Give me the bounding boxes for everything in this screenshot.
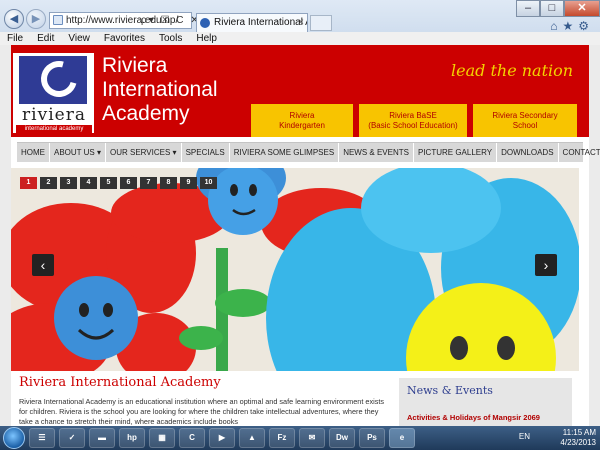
content-paragraph: Riviera International Academy is an educ… [19,397,385,426]
language-indicator[interactable]: EN [519,432,530,441]
taskbar-app-icon[interactable]: ✉ [299,428,325,448]
taskbar-app-icon[interactable]: Fz [269,428,295,448]
content-title: Riviera International Academy [19,375,221,390]
slide-flowers-image [11,168,579,371]
menu-bar: File Edit View Favorites Tools Help [0,32,600,45]
news-item-link[interactable]: Activities & Holidays of Mangsir 2069 [407,413,564,422]
tab-close-icon[interactable]: × [298,14,304,32]
site-tagline: lead the nation [451,61,574,80]
news-events-panel: News & Events Activities & Holidays of M… [399,378,572,426]
program-label: Kindergarten [279,120,325,130]
page-icon [53,15,63,25]
nav-home[interactable]: HOME [17,143,50,162]
logo-emblem [19,54,87,104]
program-label: Riviera BaSE [389,110,437,120]
slider-page-button[interactable]: 9 [180,177,197,189]
program-label: School [512,120,538,130]
taskbar-app-icon[interactable]: Dw [329,428,355,448]
logo-ring-icon [34,54,84,104]
menu-view[interactable]: View [61,32,97,45]
close-button[interactable]: ✕ [564,0,600,17]
slider-page-button[interactable]: 3 [60,177,77,189]
taskbar-app-icon[interactable]: ▲ [239,428,265,448]
nav-news-events[interactable]: NEWS & EVENTS [339,143,414,162]
logo-wordmark: riviera [22,105,86,125]
clock-time: 11:15 AM [562,428,596,437]
slider-page-button[interactable]: 2 [40,177,57,189]
news-title: News & Events [407,384,493,397]
page-viewport: riviera international academy Riviera In… [0,45,600,426]
logo-tagline: international academy [16,125,92,134]
program-label: Riviera Secondary [492,110,558,120]
slider-page-button[interactable]: 6 [120,177,137,189]
site-name-line: International [102,78,218,101]
slider-page-button[interactable]: 8 [160,177,177,189]
taskbar-app-icon[interactable]: ▦ [149,428,175,448]
slider-next-icon[interactable]: › [535,254,557,276]
main-navigation: HOME ABOUT US ▾ OUR SERVICES ▾ SPECIALS … [17,142,600,162]
forward-button[interactable]: ▶ [26,9,46,29]
windows-taskbar: ☰ ✓ ▬ hp ▦ C ▶ ▲ Fz ✉ Dw Ps e EN 11:15 A… [0,426,600,450]
start-button-icon[interactable] [3,427,25,449]
taskbar-app-icon[interactable]: ▬ [89,428,115,448]
taskbar-app-icon[interactable]: Ps [359,428,385,448]
new-tab-button[interactable] [310,15,332,31]
menu-help[interactable]: Help [189,32,224,45]
nav-picture-gallery[interactable]: PICTURE GALLERY [414,143,498,162]
program-kindergarten-link[interactable]: Riviera Kindergarten [251,104,353,137]
tab-title: Riviera International Acade... [214,17,307,28]
slider-page-button[interactable]: 10 [200,177,217,189]
slider-page-button[interactable]: 7 [140,177,157,189]
menu-favorites[interactable]: Favorites [97,32,152,45]
nav-contact-us[interactable]: CONTACT US [559,143,600,162]
nav-glimpses[interactable]: RIVIERA SOME GLIMPSES [230,143,340,162]
site-name: Riviera International Academy [102,54,252,126]
site-header: riviera international academy Riviera In… [11,45,589,137]
image-slider: 1 2 3 4 5 6 7 8 9 10 ‹ › [11,168,579,371]
site-name-line: Riviera [102,54,168,77]
slider-page-button[interactable]: 4 [80,177,97,189]
nav-downloads[interactable]: DOWNLOADS [497,143,559,162]
program-base-link[interactable]: Riviera BaSE (Basic School Education) [359,104,467,137]
nav-specials[interactable]: SPECIALS [182,143,230,162]
taskbar-app-icon[interactable]: ✓ [59,428,85,448]
nav-about-us[interactable]: ABOUT US ▾ [50,143,106,162]
site-name-line: Academy [102,102,190,125]
program-label: Riviera [289,110,315,120]
window-controls: – □ ✕ [516,0,600,18]
maximize-button[interactable]: □ [540,0,564,17]
back-button[interactable]: ◀ [4,9,24,29]
program-label: (Basic School Education) [368,120,458,130]
nav-our-services[interactable]: OUR SERVICES ▾ [106,143,182,162]
taskbar-ie-icon[interactable]: e [389,428,415,448]
taskbar-app-icon[interactable]: C [179,428,205,448]
clock[interactable]: 11:15 AM 4/23/2013 [560,428,596,448]
ie-favicon-icon [200,18,210,28]
slider-page-button[interactable]: 1 [20,177,37,189]
clock-date: 4/23/2013 [560,438,596,447]
slider-prev-icon[interactable]: ‹ [32,254,54,276]
taskbar-app-icon[interactable]: ☰ [29,428,55,448]
slider-pager: 1 2 3 4 5 6 7 8 9 10 [20,177,217,189]
menu-file[interactable]: File [0,32,30,45]
slider-page-button[interactable]: 5 [100,177,117,189]
home-favorites-settings-icons[interactable]: ⌂★⚙ [550,19,594,33]
menu-edit[interactable]: Edit [30,32,61,45]
taskbar-app-icon[interactable]: hp [119,428,145,448]
program-secondary-link[interactable]: Riviera Secondary School [473,104,577,137]
site-logo[interactable]: riviera international academy [11,51,96,135]
tab-riviera[interactable]: Riviera International Acade... × [196,13,308,32]
minimize-button[interactable]: – [516,0,540,17]
address-tools[interactable]: ρ▾ ☒ C ✕ [141,12,201,29]
menu-tools[interactable]: Tools [152,32,189,45]
taskbar-app-icon[interactable]: ▶ [209,428,235,448]
site-wrapper: riviera international academy Riviera In… [11,45,600,426]
